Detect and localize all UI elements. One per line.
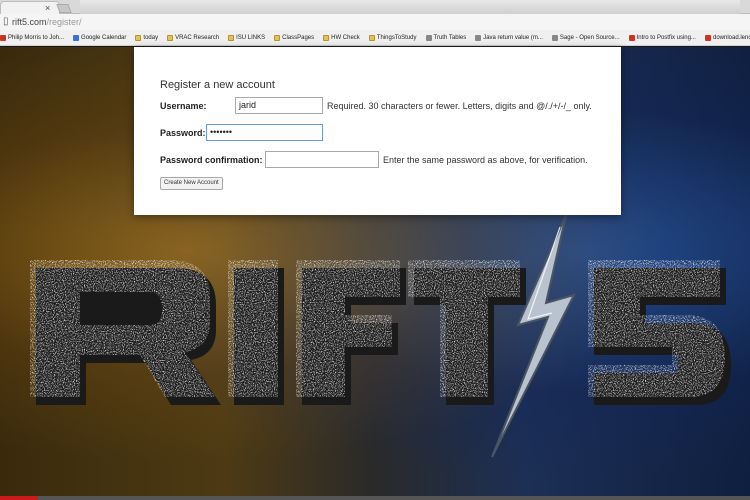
confirm-help-text: Enter the same password as above, for ve… — [383, 155, 588, 165]
username-input[interactable]: jarid — [235, 97, 323, 114]
bookmark-favicon-icon — [475, 34, 482, 41]
folder-icon — [167, 34, 174, 41]
bookmark-label: ISU LINKS — [236, 34, 266, 41]
logo-digit-5 — [588, 260, 725, 397]
bookmark-favicon-icon — [0, 34, 6, 41]
bookmark-favicon-icon — [73, 34, 80, 41]
bookmarks-bar: Philip Morris to Joh... Google Calendar to… — [0, 30, 750, 46]
bookmark-label: Sage - Open Source... — [559, 34, 620, 41]
bookmark-item[interactable]: Intro to Postfix using... — [628, 34, 696, 41]
create-account-button[interactable]: Create New Account — [160, 177, 223, 190]
bookmark-item[interactable]: Google Calendar — [73, 34, 127, 41]
bookmark-label: Java return value (m... — [483, 34, 543, 41]
bookmark-label: download.lenovo.co... — [712, 34, 750, 41]
url-text[interactable]: rift5.com/register/ — [12, 16, 82, 28]
folder-icon — [368, 34, 375, 41]
bookmark-item[interactable]: today — [135, 34, 159, 41]
password-confirmation-input[interactable] — [265, 151, 379, 168]
video-progress-fill — [0, 496, 38, 500]
bookmark-item[interactable]: Java return value (m... — [475, 34, 543, 41]
bookmark-label: ThingsToStudy — [376, 34, 417, 41]
bookmark-label: HW Check — [331, 34, 360, 41]
username-row: Username: — [160, 101, 207, 111]
bookmark-label: ClassPages — [282, 34, 315, 41]
page-title: Register a new account — [160, 79, 275, 91]
confirm-row: Password confirmation: — [160, 155, 263, 165]
folder-icon — [228, 34, 235, 41]
page-icon: ▯ — [3, 16, 9, 27]
url-host: rift5.com — [12, 17, 47, 27]
lightning-bolt-icon — [491, 214, 576, 458]
bookmark-favicon-icon — [704, 34, 711, 41]
bookmark-label: VRAC Research — [175, 34, 220, 41]
logo-letter-t — [408, 260, 520, 397]
bookmark-favicon-icon — [425, 34, 432, 41]
password-row: Password: — [160, 128, 206, 138]
tab-strip: × — [0, 0, 750, 14]
bookmark-item[interactable]: VRAC Research — [167, 34, 220, 41]
bookmark-item[interactable]: ClassPages — [274, 34, 315, 41]
logo-letter-i — [228, 260, 278, 397]
username-label: Username: — [160, 101, 207, 111]
bookmark-label: Intro to Postfix using... — [636, 34, 696, 41]
close-tab-icon[interactable]: × — [45, 2, 50, 14]
browser-tab[interactable]: × — [0, 1, 60, 14]
password-input[interactable]: ••••••• — [206, 124, 323, 141]
bookmark-item[interactable]: Sage - Open Source... — [551, 34, 620, 41]
bookmark-item[interactable]: download.lenovo.co... — [704, 34, 750, 41]
bookmark-favicon-icon — [628, 34, 635, 41]
bookmark-item[interactable]: Philip Morris to Joh... — [0, 34, 65, 41]
bookmark-label: today — [143, 34, 159, 41]
folder-icon — [323, 34, 330, 41]
bookmark-item[interactable]: ISU LINKS — [228, 34, 266, 41]
bookmark-favicon-icon — [551, 34, 558, 41]
password-label: Password: — [160, 128, 206, 138]
video-progress-bar[interactable] — [0, 496, 750, 500]
url-path: /register/ — [46, 17, 82, 27]
folder-icon — [135, 34, 142, 41]
bookmark-item[interactable]: ThingsToStudy — [368, 34, 417, 41]
bookmark-label: Google Calendar — [81, 34, 127, 41]
username-help-text: Required. 30 characters or fewer. Letter… — [327, 101, 592, 111]
bookmark-item[interactable]: HW Check — [323, 34, 360, 41]
register-card: Register a new account Username: jarid R… — [134, 47, 621, 215]
new-tab-button[interactable] — [56, 4, 72, 13]
address-bar[interactable]: ▯ rift5.com/register/ — [0, 14, 750, 30]
logo-letter-r — [30, 260, 215, 397]
password-confirmation-label: Password confirmation: — [160, 155, 263, 165]
folder-icon — [274, 34, 281, 41]
tab-strip-bar — [80, 0, 740, 14]
bookmark-label: Truth Tables — [433, 34, 467, 41]
bookmark-item[interactable]: Truth Tables — [425, 34, 467, 41]
bookmark-label: Philip Morris to Joh... — [8, 34, 65, 41]
